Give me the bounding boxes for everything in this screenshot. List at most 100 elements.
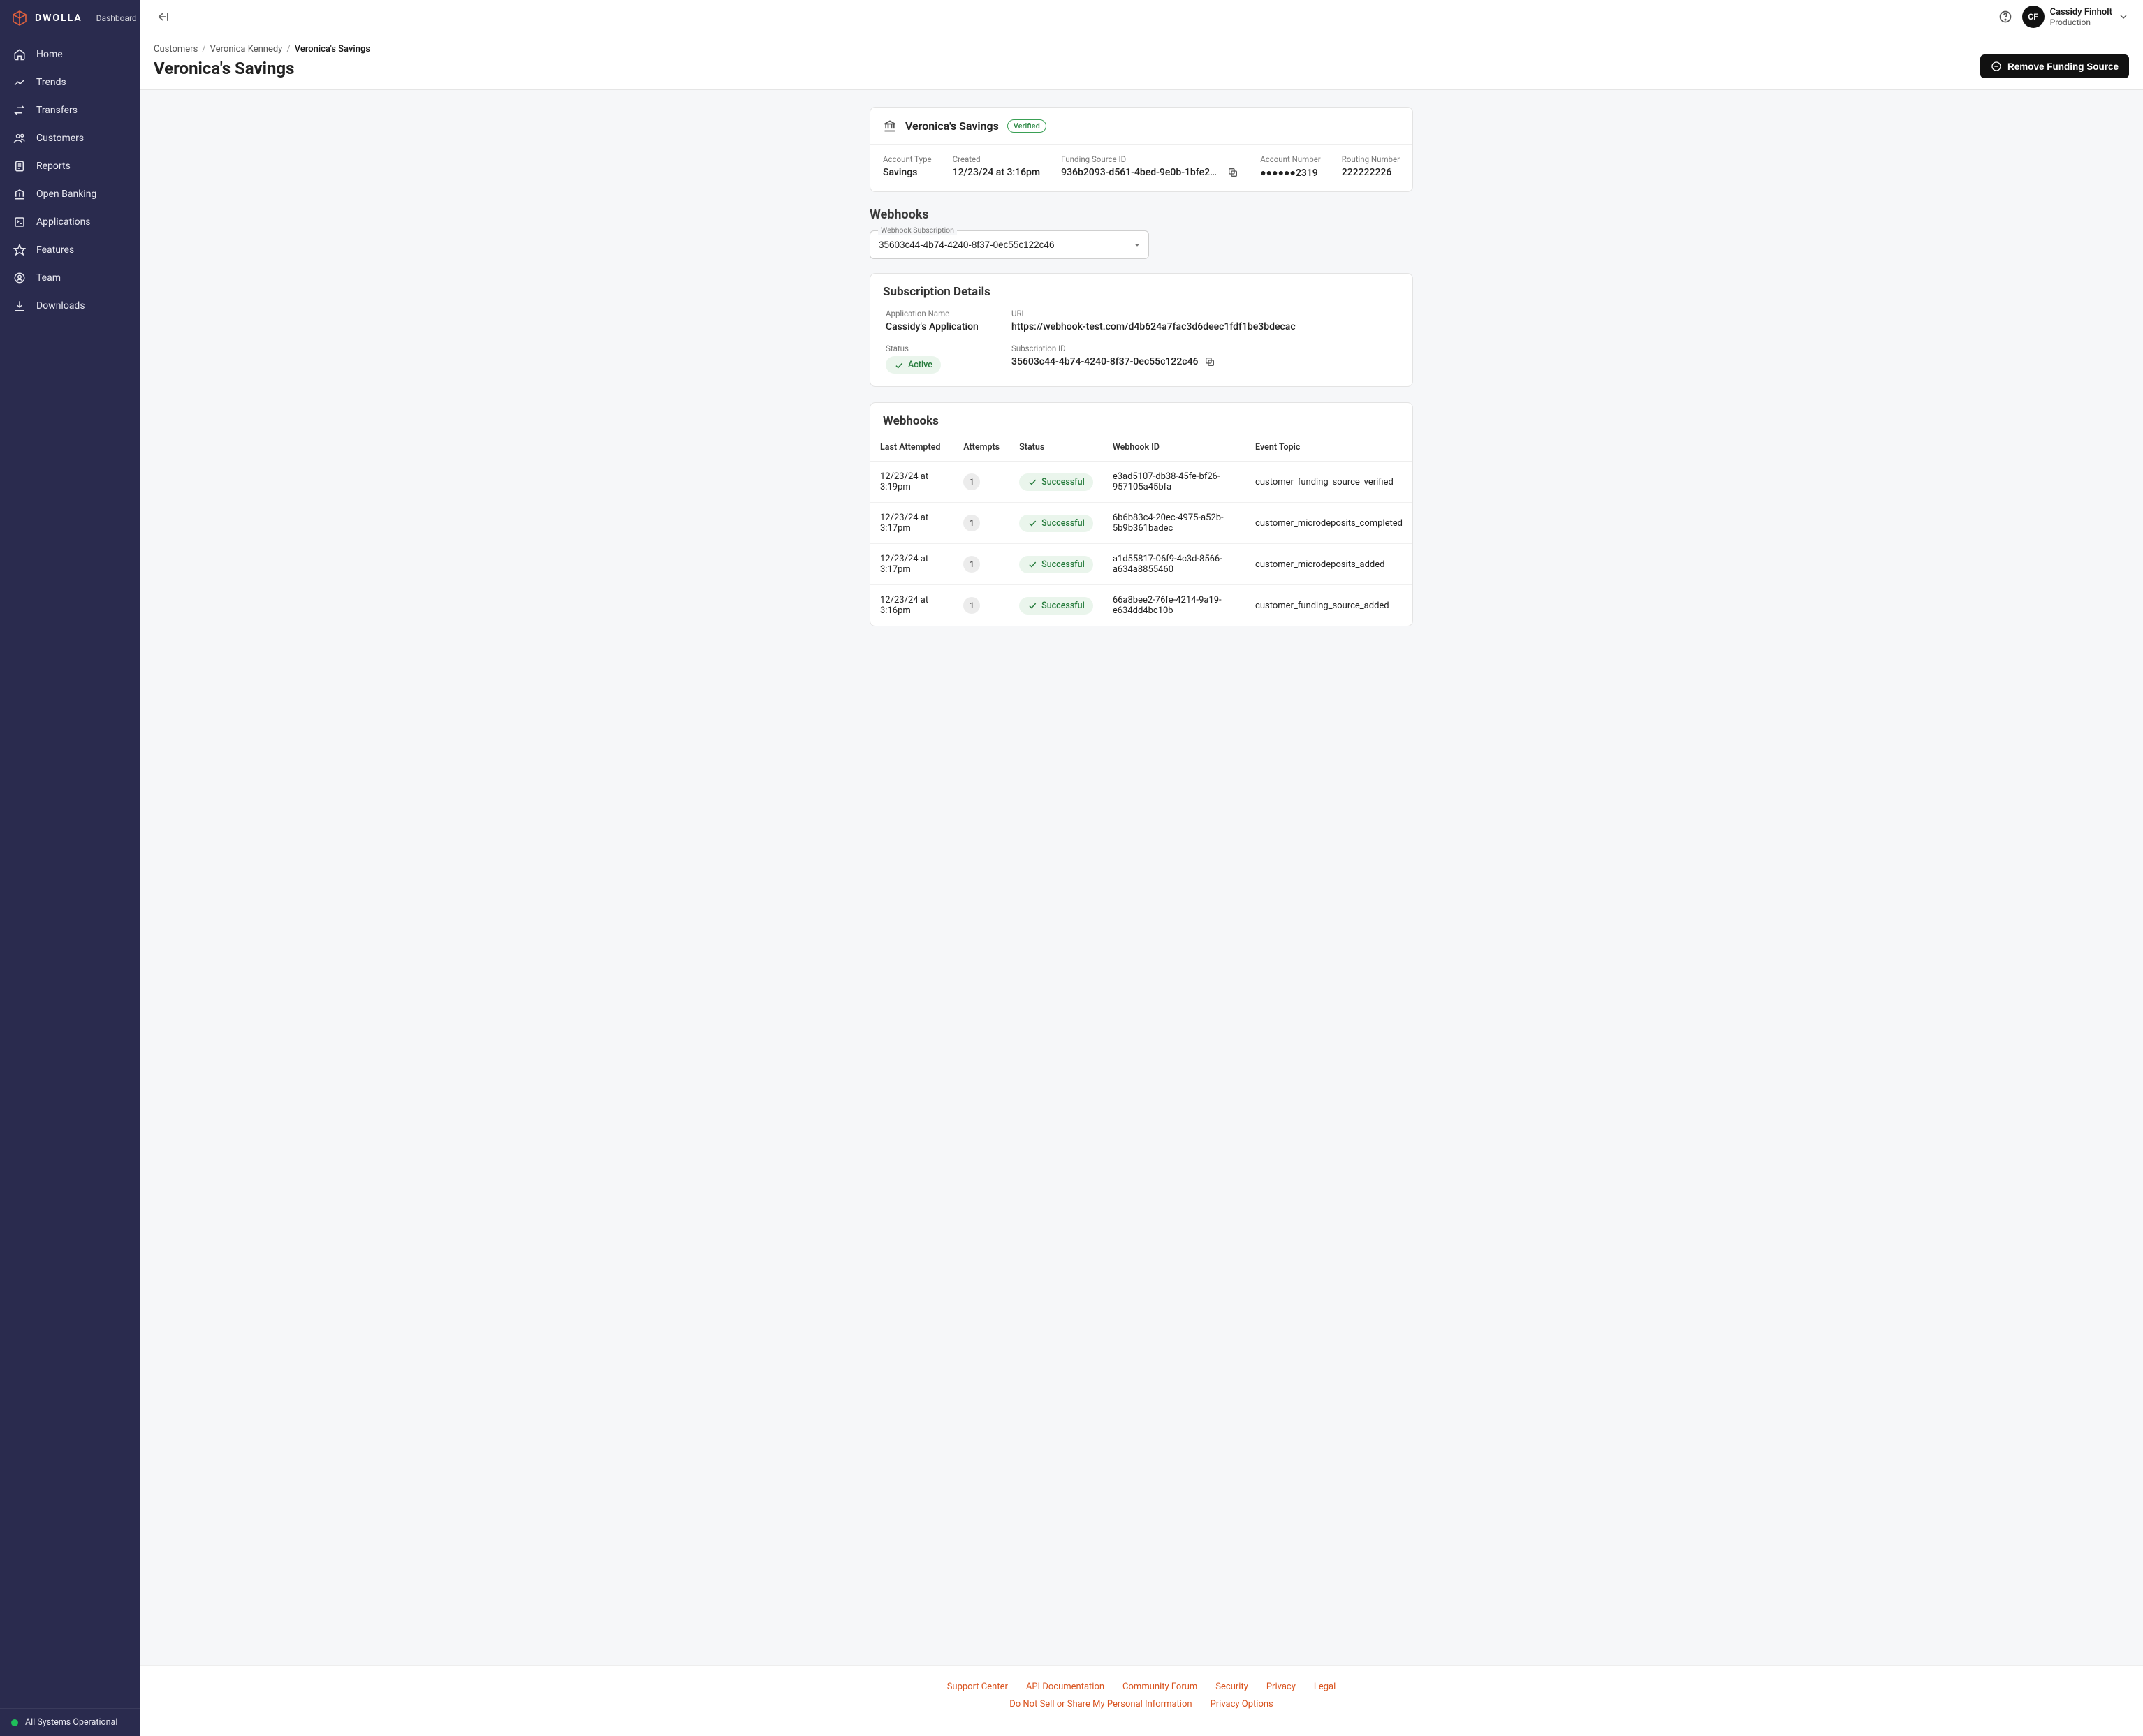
nav-trends[interactable]: Trends bbox=[0, 68, 140, 96]
footer-link[interactable]: API Documentation bbox=[1026, 1682, 1104, 1692]
status-chip: Successful bbox=[1019, 597, 1093, 615]
webhooks-table-card: Webhooks Last Attempted Attempts Status … bbox=[870, 402, 1413, 626]
cell-attempts: 1 bbox=[953, 585, 1009, 626]
trends-icon bbox=[13, 75, 27, 89]
nav-label: Downloads bbox=[36, 300, 85, 311]
nav-label: Customers bbox=[36, 133, 84, 144]
cell-last: 12/23/24 at 3:19pm bbox=[870, 462, 953, 503]
chevron-down-icon bbox=[2118, 11, 2129, 22]
footer-link[interactable]: Community Forum bbox=[1122, 1682, 1197, 1692]
user-env: Production bbox=[2050, 17, 2112, 27]
nav-open-banking[interactable]: Open Banking bbox=[0, 180, 140, 208]
table-row[interactable]: 12/23/24 at 3:17pm1Successfula1d55817-06… bbox=[870, 544, 1412, 585]
crumb-customers[interactable]: Customers bbox=[154, 44, 198, 54]
remove-label: Remove Funding Source bbox=[2007, 61, 2119, 72]
crumb-customer[interactable]: Veronica Kennedy bbox=[210, 44, 283, 54]
page-title: Veronica's Savings bbox=[154, 59, 370, 78]
account-type-value: Savings bbox=[883, 167, 932, 178]
footer-link[interactable]: Legal bbox=[1314, 1682, 1336, 1692]
nav-applications[interactable]: Applications bbox=[0, 208, 140, 236]
cell-last: 12/23/24 at 3:16pm bbox=[870, 585, 953, 626]
collapse-sidebar-button[interactable] bbox=[154, 7, 173, 27]
url-label: URL bbox=[1011, 309, 1397, 318]
nav-transfers[interactable]: Transfers bbox=[0, 96, 140, 124]
crumb-sep: / bbox=[286, 44, 290, 54]
account-type-label: Account Type bbox=[883, 154, 932, 164]
brand-name: DWOLLA bbox=[35, 13, 82, 24]
col-event-topic: Event Topic bbox=[1245, 434, 1412, 462]
status-chip: Successful bbox=[1019, 473, 1093, 491]
footer-link[interactable]: Privacy bbox=[1266, 1682, 1296, 1692]
brand-sublabel: Dashboard bbox=[96, 13, 137, 23]
fsid-label: Funding Source ID bbox=[1061, 154, 1239, 164]
copy-fsid-button[interactable] bbox=[1227, 167, 1238, 178]
team-icon bbox=[13, 271, 27, 285]
download-icon bbox=[13, 299, 27, 313]
cell-event-topic: customer_microdeposits_added bbox=[1245, 544, 1412, 585]
col-status: Status bbox=[1009, 434, 1103, 462]
nav-label: Transfers bbox=[36, 105, 78, 116]
brand[interactable]: DWOLLA Dashboard bbox=[0, 0, 140, 36]
footer-link[interactable]: Support Center bbox=[947, 1682, 1008, 1692]
nav-label: Open Banking bbox=[36, 189, 96, 200]
home-icon bbox=[13, 47, 27, 61]
cell-status: Successful bbox=[1009, 544, 1103, 585]
footer-link[interactable]: Security bbox=[1215, 1682, 1248, 1692]
bank-icon bbox=[13, 187, 27, 201]
brand-logo-icon bbox=[11, 10, 28, 27]
table-row[interactable]: 12/23/24 at 3:16pm1Successful66a8bee2-76… bbox=[870, 585, 1412, 626]
nav-label: Team bbox=[36, 272, 61, 284]
crumb-current: Veronica's Savings bbox=[295, 44, 370, 54]
applications-icon bbox=[13, 215, 27, 229]
footer-link[interactable]: Privacy Options bbox=[1211, 1699, 1273, 1709]
attempts-badge: 1 bbox=[963, 473, 980, 490]
status-label: Status bbox=[886, 344, 997, 353]
table-row[interactable]: 12/23/24 at 3:17pm1Successful6b6b83c4-20… bbox=[870, 503, 1412, 544]
account-number-value: ●●●●●●2319 bbox=[1260, 167, 1321, 179]
funding-source-name: Veronica's Savings bbox=[905, 119, 999, 133]
cell-webhook-id: a1d55817-06f9-4c3d-8566-a634a8855460 bbox=[1103, 544, 1245, 585]
cell-last: 12/23/24 at 3:17pm bbox=[870, 503, 953, 544]
footer-link[interactable]: Do Not Sell or Share My Personal Informa… bbox=[1009, 1699, 1192, 1709]
nav-label: Reports bbox=[36, 161, 71, 172]
webhooks-heading: Webhooks bbox=[870, 207, 1413, 222]
cell-webhook-id: e3ad5107-db38-45fe-bf26-957105a45bfa bbox=[1103, 462, 1245, 503]
topbar: CF Cassidy Finholt Production bbox=[140, 0, 2143, 34]
nav-downloads[interactable]: Downloads bbox=[0, 292, 140, 320]
col-attempts: Attempts bbox=[953, 434, 1009, 462]
copy-subid-button[interactable] bbox=[1204, 356, 1215, 367]
remove-funding-source-button[interactable]: Remove Funding Source bbox=[1980, 54, 2129, 78]
cell-status: Successful bbox=[1009, 503, 1103, 544]
user-menu[interactable]: CF Cassidy Finholt Production bbox=[2022, 6, 2129, 28]
nav-team[interactable]: Team bbox=[0, 264, 140, 292]
funding-source-card: Veronica's Savings Verified Account Type… bbox=[870, 107, 1413, 192]
webhook-subscription-select[interactable]: 35603c44-4b74-4240-8f37-0ec55c122c46 bbox=[870, 230, 1149, 259]
customers-icon bbox=[13, 131, 27, 145]
footer: Support Center API Documentation Community… bbox=[140, 1665, 2143, 1736]
bank-icon bbox=[883, 119, 897, 133]
crumb-sep: / bbox=[202, 44, 205, 54]
page-header: Customers / Veronica Kennedy / Veronica'… bbox=[140, 34, 2143, 90]
table-row[interactable]: 12/23/24 at 3:19pm 1 Successful e3ad5107-db… bbox=[870, 462, 1412, 503]
webhooks-table: Last Attempted Attempts Status Webhook I… bbox=[870, 434, 1412, 626]
subscription-heading: Subscription Details bbox=[870, 274, 1412, 302]
sub-id-value: 35603c44-4b74-4240-8f37-0ec55c122c46 bbox=[1011, 356, 1199, 367]
sub-id-label: Subscription ID bbox=[1011, 344, 1397, 353]
cell-event-topic: customer_microdeposits_completed bbox=[1245, 503, 1412, 544]
nav-features[interactable]: Features bbox=[0, 236, 140, 264]
nav-reports[interactable]: Reports bbox=[0, 152, 140, 180]
app-name-value: Cassidy's Application bbox=[886, 321, 997, 332]
col-webhook-id: Webhook ID bbox=[1103, 434, 1245, 462]
sidebar: DWOLLA Dashboard Home Trends Transfers C… bbox=[0, 0, 140, 1736]
breadcrumb: Customers / Veronica Kennedy / Veronica'… bbox=[154, 44, 370, 54]
nav-customers[interactable]: Customers bbox=[0, 124, 140, 152]
routing-number-label: Routing Number bbox=[1342, 154, 1400, 164]
nav-home[interactable]: Home bbox=[0, 41, 140, 68]
cell-status: Successful bbox=[1009, 585, 1103, 626]
help-icon[interactable] bbox=[1998, 10, 2012, 24]
system-status[interactable]: All Systems Operational bbox=[0, 1708, 140, 1736]
col-last-attempted: Last Attempted bbox=[870, 434, 953, 462]
attempts-badge: 1 bbox=[963, 515, 980, 531]
webhook-select-label: Webhook Subscription bbox=[878, 226, 957, 235]
status-chip: Active bbox=[886, 356, 941, 374]
